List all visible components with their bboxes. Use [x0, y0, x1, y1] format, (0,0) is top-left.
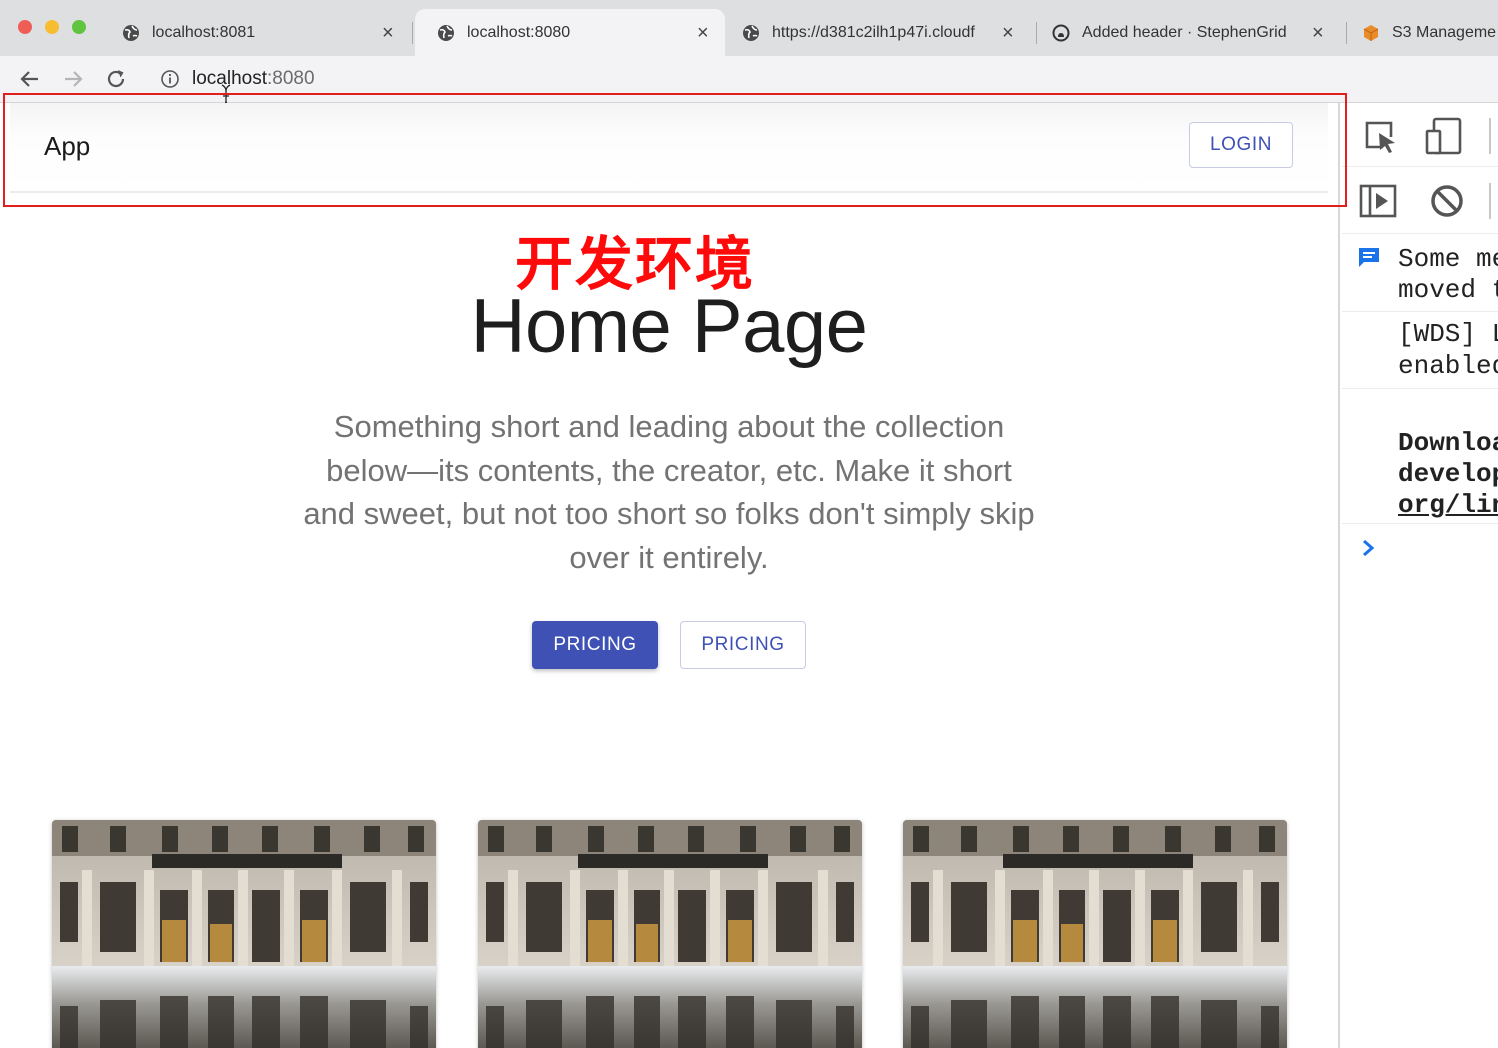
- close-tab-icon[interactable]: ×: [1312, 23, 1328, 43]
- address-bar[interactable]: localhost:8080: [148, 61, 1498, 106]
- pricing-primary-button[interactable]: PRICING: [532, 621, 658, 669]
- reload-icon: [107, 70, 125, 88]
- url-text: localhost:8080: [192, 68, 315, 90]
- close-window-button[interactable]: [18, 20, 32, 34]
- console-message-line: enabled: [1398, 351, 1498, 381]
- annotation-box: [3, 93, 1347, 207]
- message-icon: [1359, 248, 1379, 267]
- page-description: Something short and leading about the co…: [303, 409, 1035, 575]
- tab-title: localhost:8081: [152, 23, 256, 41]
- pricing-secondary-button[interactable]: PRICING: [680, 621, 806, 669]
- tab-github[interactable]: Added header · StephenGrid ×: [1030, 9, 1340, 56]
- console-message-line: [WDS] L: [1398, 319, 1498, 349]
- close-tab-icon[interactable]: ×: [382, 23, 398, 43]
- tab-title: localhost:8080: [467, 23, 571, 41]
- console-message-line: Some me: [1398, 244, 1498, 274]
- console-message-line: Downloa: [1398, 428, 1498, 458]
- console-sidebar-icon[interactable]: [1358, 181, 1398, 221]
- close-tab-icon[interactable]: ×: [697, 23, 713, 43]
- reload-button[interactable]: [103, 66, 129, 92]
- clear-console-icon[interactable]: [1427, 181, 1467, 221]
- tab-s3-management[interactable]: S3 Manageme: [1340, 9, 1498, 56]
- globe-icon: [123, 24, 139, 41]
- globe-icon: [743, 24, 759, 41]
- arrow-right-icon: [65, 71, 83, 87]
- tab-cloudfront[interactable]: https://d381c2ilh1p47i.cloudf ×: [720, 9, 1030, 56]
- palace-image: [52, 820, 436, 1048]
- tab-localhost-8080[interactable]: localhost:8080 ×: [415, 9, 725, 56]
- image-card[interactable]: [903, 820, 1287, 1048]
- info-icon[interactable]: [160, 69, 180, 89]
- console-prompt-icon[interactable]: [1361, 538, 1377, 558]
- palace-image: [903, 820, 1287, 1048]
- device-toolbar-icon[interactable]: [1424, 115, 1464, 155]
- url-port: :8080: [267, 68, 315, 89]
- image-card[interactable]: [52, 820, 436, 1048]
- inspect-element-icon[interactable]: [1361, 117, 1401, 157]
- close-tab-icon[interactable]: ×: [1002, 23, 1018, 43]
- maximize-window-button[interactable]: [72, 20, 86, 34]
- tab-title: Added header · StephenGrid: [1082, 23, 1287, 41]
- palace-image: [478, 820, 862, 1048]
- browser-tab-strip: localhost:8081 × localhost:8080 × https:…: [0, 0, 1498, 56]
- image-card[interactable]: [478, 820, 862, 1048]
- annotation-label: 开发环境: [515, 230, 756, 298]
- console-link[interactable]: org/lin: [1398, 489, 1498, 521]
- toolbar-divider: [1489, 118, 1491, 154]
- console-message-line: develop: [1398, 459, 1498, 489]
- back-button[interactable]: [17, 66, 43, 92]
- arrow-left-icon: [20, 71, 38, 87]
- globe-icon: [438, 24, 454, 41]
- toolbar-divider: [1489, 183, 1491, 219]
- forward-button[interactable]: [60, 66, 86, 92]
- github-icon: [1052, 24, 1070, 41]
- aws-cube-icon: [1363, 24, 1379, 41]
- console-message-line: moved t: [1398, 275, 1498, 305]
- minimize-window-button[interactable]: [45, 20, 59, 34]
- tab-title: S3 Manageme: [1392, 23, 1497, 41]
- tab-title: https://d381c2ilh1p47i.cloudf: [772, 23, 975, 41]
- tab-localhost-8081[interactable]: localhost:8081 ×: [100, 9, 410, 56]
